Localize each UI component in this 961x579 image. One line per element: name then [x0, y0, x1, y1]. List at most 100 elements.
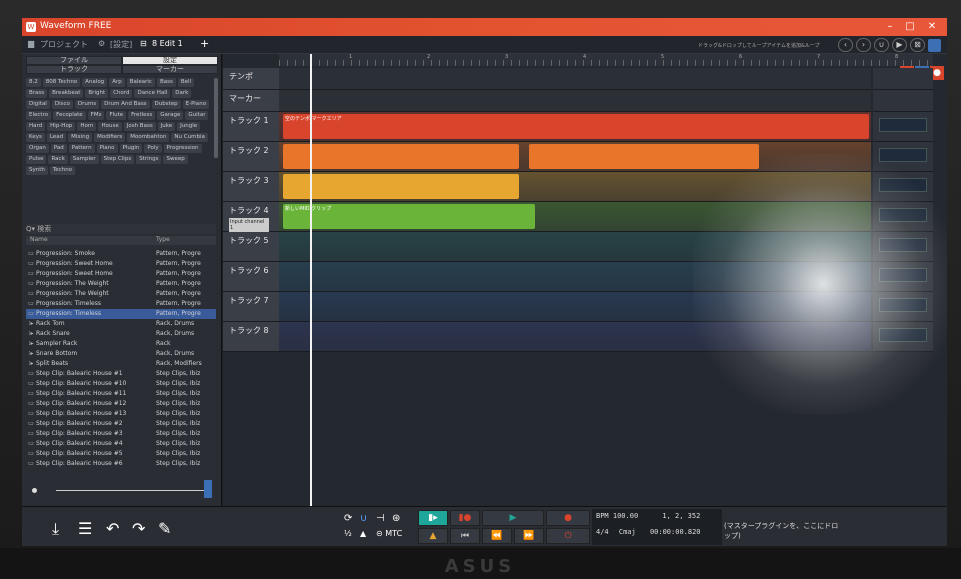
file-row[interactable]: ▭ Step Clip: Balearic House #12 Step Clips…	[26, 399, 216, 409]
tag-chip[interactable]: Synth	[26, 166, 48, 175]
column-name[interactable]: Name	[26, 236, 156, 245]
menu-icon[interactable]: ☰	[78, 519, 92, 538]
volume-plugin[interactable]	[879, 148, 927, 162]
edit-tab[interactable]: 8 Edit 1	[152, 39, 183, 48]
snap-icon[interactable]: ∪	[874, 38, 889, 52]
punch-icon[interactable]: ⊣	[376, 513, 385, 524]
tag-chip[interactable]: Sweep	[163, 155, 188, 164]
record-button[interactable]: ●	[546, 510, 590, 526]
volume-plugin[interactable]	[879, 208, 927, 222]
tag-chip[interactable]: Nu Cumbia	[171, 133, 208, 142]
tab-markers[interactable]: マーカー	[122, 65, 218, 74]
track-name[interactable]: トラック 5	[229, 236, 269, 245]
tag-chip[interactable]: Pulse	[26, 155, 47, 164]
file-row[interactable]: ▭ Progression: Smoke Pattern, Progre	[26, 249, 216, 259]
clip[interactable]	[529, 144, 759, 169]
tag-chip[interactable]: House	[98, 122, 122, 131]
sync-icon[interactable]: ⊝ MTC	[376, 529, 402, 538]
track-plugin-area[interactable]	[873, 90, 933, 112]
search-row[interactable]: Q▾ 検索	[26, 224, 216, 234]
loop-icon[interactable]: ⟳	[344, 513, 352, 524]
metronome-icon[interactable]: ⊛	[392, 513, 400, 524]
tag-chip[interactable]: Jungle	[177, 122, 201, 131]
file-row[interactable]: ▭ Step Clip: Balearic House #2 Step Clips,…	[26, 419, 216, 429]
warning-button[interactable]: ▲	[418, 528, 448, 544]
tab-settings[interactable]: 設定	[122, 56, 218, 65]
preview-dot-icon[interactable]	[32, 488, 37, 493]
tempo-display[interactable]: BPM 100.00 1, 2, 352 4/4 Cmaj 00:00:00.8…	[592, 509, 722, 545]
bpm-value[interactable]: 100.00	[613, 512, 638, 520]
track-header[interactable]: トラック 8	[223, 322, 279, 352]
track-plugin-area[interactable]	[873, 292, 933, 322]
file-row[interactable]: ▭ Progression: The Weight Pattern, Progre	[26, 279, 216, 289]
tag-chip[interactable]: Sampler	[69, 155, 99, 164]
undo-icon[interactable]: ↶	[106, 519, 119, 538]
track-lane[interactable]	[279, 322, 871, 352]
tag-chip[interactable]: Hip-Hop	[47, 122, 76, 131]
fast-forward-button[interactable]: ⏩	[514, 528, 544, 544]
settings-tab[interactable]: [設定]	[110, 39, 132, 50]
file-row[interactable]: ⁝▸ Sampler Rack Rack	[26, 339, 216, 349]
tag-chip[interactable]: Bright	[85, 89, 109, 98]
tag-chip[interactable]: Techno	[49, 166, 76, 175]
file-row[interactable]: ▭ Progression: Sweet Home Pattern, Progre	[26, 259, 216, 269]
file-row[interactable]: ▭ Progression: Sweet Home Pattern, Progre	[26, 269, 216, 279]
maximize-button[interactable]: □	[902, 20, 918, 34]
tag-chip[interactable]: Garage	[157, 111, 184, 120]
track-header[interactable]: トラック 3	[223, 172, 279, 202]
file-row[interactable]: ▭ Step Clip: Balearic House #3 Step Clips,…	[26, 429, 216, 439]
tag-chip[interactable]: Drums	[74, 100, 100, 109]
file-row[interactable]: ▭ Step Clip: Balearic House #4 Step Clips,…	[26, 439, 216, 449]
file-row[interactable]: ▭ Step Clip: Balearic House #11 Step Clips…	[26, 389, 216, 399]
file-row[interactable]: ▭ Progression: Timeless Pattern, Progre	[26, 299, 216, 309]
tag-chip[interactable]: Flute	[106, 111, 127, 120]
file-row[interactable]: ▭ Step Clip: Balearic House #6 Step Clips,…	[26, 459, 216, 469]
tag-chip[interactable]: Hard	[26, 122, 46, 131]
file-row[interactable]: ▭ Progression: Timeless Pattern, Progre	[26, 309, 216, 319]
preview-volume-line[interactable]	[56, 490, 206, 491]
tag-chip[interactable]: Strings	[136, 155, 162, 164]
file-row[interactable]: ⁝▸ Rack Snare Rack, Drums	[26, 329, 216, 339]
file-row[interactable]: ▭ Step Clip: Balearic House #5 Step Clips,…	[26, 449, 216, 459]
tag-chip[interactable]: Dance Hall	[134, 89, 171, 98]
track-plugin-area[interactable]	[873, 142, 933, 172]
file-row[interactable]: ⁝▸ Snare Bottom Rack, Drums	[26, 349, 216, 359]
time-value[interactable]: 00:00:00.820	[650, 528, 701, 536]
add-edit-button[interactable]: +	[200, 37, 209, 50]
rewind-button[interactable]: ⏪	[482, 528, 512, 544]
track-lane[interactable]: 新しいMIDIクリップ	[279, 202, 871, 232]
snap-magnet-icon[interactable]: ∪	[360, 513, 367, 524]
tag-chip[interactable]: Chord	[110, 89, 133, 98]
track-header[interactable]: マーカー	[223, 90, 279, 112]
tag-chip[interactable]: 808 Techno	[42, 78, 81, 87]
volume-plugin[interactable]	[879, 118, 927, 132]
track-lane[interactable]: 空のテンポ/マークエリア	[279, 112, 871, 142]
time-signature[interactable]: 4/4	[596, 528, 609, 536]
track-header[interactable]: トラック 7	[223, 292, 279, 322]
play-button[interactable]: ▶	[482, 510, 544, 526]
tag-chip[interactable]: Keys	[26, 133, 45, 142]
tag-chip[interactable]: Juke	[157, 122, 176, 131]
tag-chip[interactable]: E-Piano	[182, 100, 210, 109]
tag-chip[interactable]: Poly	[144, 144, 162, 153]
tag-chip[interactable]: Bass	[156, 78, 176, 87]
tag-chip[interactable]: Step Clips	[100, 155, 135, 164]
track-header[interactable]: トラック 1	[223, 112, 279, 142]
tag-chip[interactable]: Electro	[26, 111, 52, 120]
tag-chip[interactable]: Digital	[26, 100, 50, 109]
track-plugin-area[interactable]	[873, 322, 933, 352]
tag-chip[interactable]: Progression	[163, 144, 202, 153]
power-button[interactable]: ⏻	[546, 528, 590, 544]
tag-chip[interactable]: Disco	[51, 100, 73, 109]
tag-chip[interactable]: Pattern	[68, 144, 95, 153]
track-plugin-area[interactable]	[873, 112, 933, 142]
track-lane[interactable]	[279, 90, 871, 112]
track-name[interactable]: トラック 1	[229, 116, 269, 125]
volume-plugin[interactable]	[879, 298, 927, 312]
track-lane[interactable]	[279, 262, 871, 292]
tag-chip[interactable]: Pad	[50, 144, 67, 153]
position-value[interactable]: 1, 2, 352	[662, 512, 700, 520]
folder-icon[interactable]: ▆	[28, 39, 34, 48]
tag-chip[interactable]: Lead	[46, 133, 67, 142]
tag-chip[interactable]: 8.2	[26, 78, 41, 87]
